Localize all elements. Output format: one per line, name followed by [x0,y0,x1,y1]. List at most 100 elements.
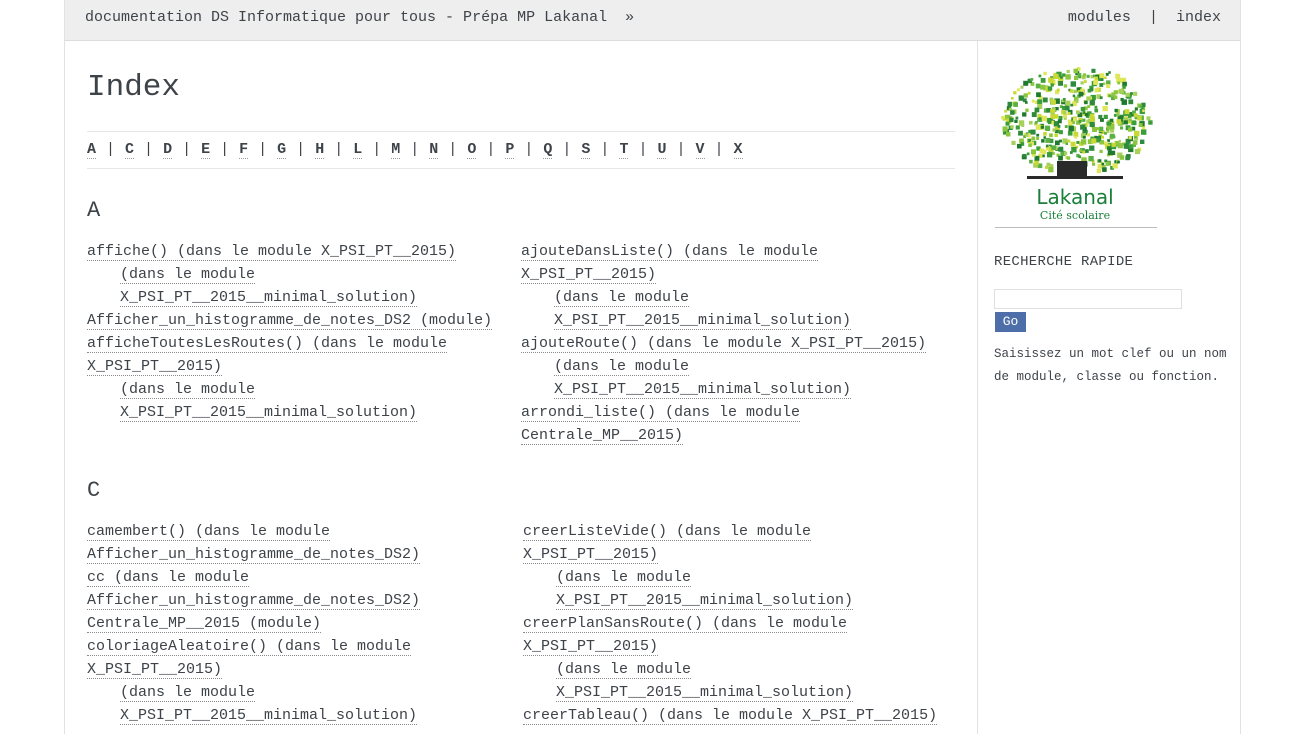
index-entry: Afficher_un_histogramme_de_notes_DS2) [87,543,421,566]
letter-link-e[interactable]: E [201,141,211,159]
letter-link-o[interactable]: O [467,141,477,159]
letter-separator: | [220,141,230,158]
related-nav: modules | index [1068,9,1221,26]
index-entry-link[interactable]: camembert() (dans le module [87,523,331,541]
index-entry: X_PSI_PT__2015__minimal_solution) [87,286,492,309]
index-entry-link[interactable]: X_PSI_PT__2015__minimal_solution) [120,289,418,307]
nav-separator: | [1148,9,1158,26]
letter-separator: | [448,141,458,158]
index-entry: X_PSI_PT__2015__minimal_solution) [523,589,937,612]
index-entry: X_PSI_PT__2015__minimal_solution) [87,704,420,727]
index-entry-link[interactable]: ajouteRoute() (dans le module X_PSI_PT__… [521,335,927,353]
index-entry-link[interactable]: Centrale_MP__2015 (module) [87,615,322,633]
index-entry: affiche() (dans le module X_PSI_PT__2015… [87,240,492,263]
letter-link-n[interactable]: N [429,141,439,159]
letter-separator: | [600,141,610,158]
index-entry: creerPlanSansRoute() (dans le module [523,612,937,635]
letter-separator: | [676,141,686,158]
docs-home-link[interactable]: documentation DS Informatique pour tous … [85,9,607,26]
page-title: Index [87,70,181,105]
index-entry-link[interactable]: Afficher_un_histogramme_de_notes_DS2) [87,592,421,610]
index-entry-link[interactable]: X_PSI_PT__2015__minimal_solution) [120,404,418,422]
letter-link-f[interactable]: F [239,141,249,159]
index-entry: creerListeVide() (dans le module [523,520,937,543]
index-entry-link[interactable]: (dans le module [556,661,692,679]
letter-link-q[interactable]: Q [543,141,553,159]
index-entry-link[interactable]: affiche() (dans le module X_PSI_PT__2015… [87,243,457,261]
index-entry: X_PSI_PT__2015__minimal_solution) [521,309,926,332]
page: documentation DS Informatique pour tous … [64,0,1241,734]
index-entry-link[interactable]: Afficher_un_histogramme_de_notes_DS2) [87,546,421,564]
index-entry-link[interactable]: coloriageAleatoire() (dans le module [87,638,412,656]
index-entry-link[interactable]: X_PSI_PT__2015) [523,546,659,564]
breadcrumb: documentation DS Informatique pour tous … [85,9,634,26]
index-entry: (dans le module [87,681,420,704]
search-hint-line: de module, classe ou fonction. [994,370,1220,384]
letter-link-m[interactable]: M [391,141,401,159]
index-entry: camembert() (dans le module [87,520,420,543]
letter-separator: | [182,141,192,158]
letter-separator: | [714,141,724,158]
letter-link-a[interactable]: A [87,141,97,159]
letter-separator: | [106,141,116,158]
index-entry: Afficher_un_histogramme_de_notes_DS2) [87,589,421,612]
index-entry-link[interactable]: arrondi_liste() (dans le module [521,404,801,422]
index-entry: X_PSI_PT__2015) [87,658,420,681]
index-entry-link[interactable]: X_PSI_PT__2015__minimal_solution) [120,707,418,725]
index-entry-link[interactable]: (dans le module [120,266,256,284]
index-entry-link[interactable]: ajouteDansListe() (dans le module [521,243,819,261]
index-entry: cc (dans le module [87,566,420,589]
index-entry: X_PSI_PT__2015) [523,635,937,658]
index-entry: ajouteDansListe() (dans le module [521,240,926,263]
index-entry-link[interactable]: Centrale_MP__2015) [521,427,684,445]
modules-link[interactable]: modules [1068,9,1131,26]
letter-separator: | [144,141,154,158]
letter-link-d[interactable]: D [163,141,173,159]
index-entry: X_PSI_PT__2015__minimal_solution) [523,681,937,704]
letter-link-c[interactable]: C [125,141,135,159]
go-button[interactable]: Go [995,312,1026,332]
index-entry-link[interactable]: X_PSI_PT__2015__minimal_solution) [556,592,854,610]
index-entry-link[interactable]: X_PSI_PT__2015__minimal_solution) [556,684,854,702]
index-entry-link[interactable]: X_PSI_PT__2015) [87,661,223,679]
search-input[interactable] [994,289,1182,309]
index-link[interactable]: index [1176,9,1221,26]
index-entry: Afficher_un_histogramme_de_notes_DS2 (mo… [87,309,493,332]
index-entry-link[interactable]: (dans le module [554,358,690,376]
index-entry: (dans le module [521,286,926,309]
index-entry: Centrale_MP__2015 (module) [87,612,420,635]
lakanal-logo[interactable]: Lakanal Cité scolaire [995,61,1157,228]
index-entry-link[interactable]: creerListeVide() (dans le module [523,523,812,541]
letter-link-l[interactable]: L [353,141,363,159]
index-entry-link[interactable]: Afficher_un_histogramme_de_notes_DS2 (mo… [87,312,493,330]
index-entry-link[interactable]: (dans le module [120,684,256,702]
letter-link-t[interactable]: T [619,141,629,159]
letter-link-g[interactable]: G [277,141,287,159]
index-entry-link[interactable]: X_PSI_PT__2015) [523,638,659,656]
tree-logo-image: Lakanal Cité scolaire [1001,67,1153,222]
letter-link-p[interactable]: P [505,141,515,159]
index-entry: coloriageAleatoire() (dans le module [87,635,420,658]
index-entry-link[interactable]: X_PSI_PT__2015) [521,266,657,284]
index-entry-link[interactable]: creerPlanSansRoute() (dans le module [523,615,848,633]
index-entry: (dans le module [523,658,937,681]
letter-link-s[interactable]: S [581,141,591,159]
index-entry-link[interactable]: cc (dans le module [87,569,250,587]
letter-link-h[interactable]: H [315,141,325,159]
letter-separator: | [410,141,420,158]
letter-link-u[interactable]: U [657,141,667,159]
index-entry-link[interactable]: X_PSI_PT__2015__minimal_solution) [554,381,852,399]
index-entry-link[interactable]: creerTableau() (dans le module X_PSI_PT_… [523,707,938,725]
index-entry: (dans le module [521,355,926,378]
index-entry-link[interactable]: afficheToutesLesRoutes() (dans le module [87,335,448,353]
index-entry-link[interactable]: (dans le module [120,381,256,399]
letter-separator: | [296,141,306,158]
letter-link-x[interactable]: X [733,141,743,159]
breadcrumb-separator: » [625,9,635,26]
index-entry-link[interactable]: (dans le module [556,569,692,587]
index-entry-link[interactable]: X_PSI_PT__2015) [87,358,223,376]
letter-link-v[interactable]: V [695,141,705,159]
index-entry-link[interactable]: X_PSI_PT__2015__minimal_solution) [554,312,852,330]
index-entry-link[interactable]: (dans le module [554,289,690,307]
index-entry: X_PSI_PT__2015__minimal_solution) [521,378,926,401]
